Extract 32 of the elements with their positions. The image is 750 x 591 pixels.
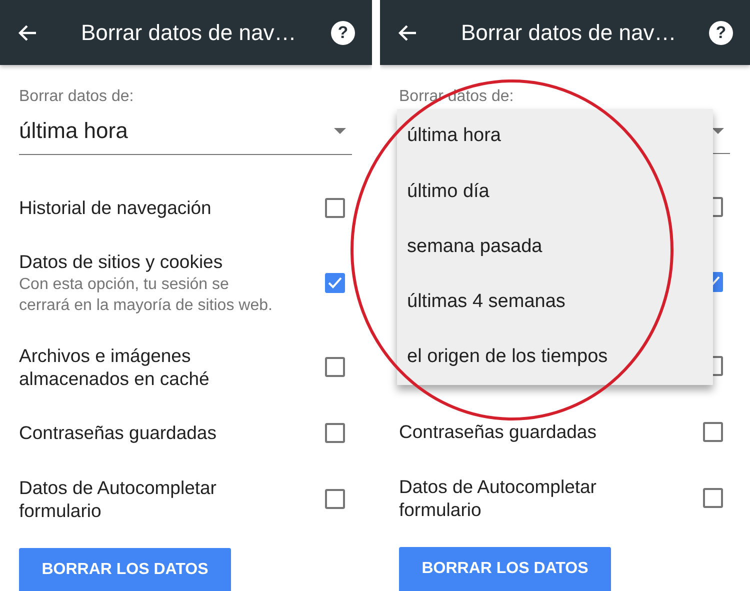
option-description: Con esta opción, tu sesión se cerrará en la mayoría de sitios web. bbox=[19, 274, 274, 316]
checkbox[interactable] bbox=[325, 423, 345, 443]
menu-item[interactable]: última hora bbox=[397, 109, 713, 164]
caret-icon bbox=[334, 128, 346, 134]
help-button[interactable]: ? bbox=[331, 20, 355, 44]
clear-data-button[interactable]: BORRAR LOS DATOS bbox=[399, 547, 611, 591]
menu-item[interactable]: semana pasada bbox=[397, 219, 713, 275]
option-label: Datos de sitios y cookies bbox=[19, 250, 224, 274]
screen-title: Borrar datos de nav… bbox=[81, 19, 298, 47]
back-icon[interactable] bbox=[17, 24, 37, 42]
menu-item[interactable]: últimas 4 semanas bbox=[397, 274, 713, 330]
menu-item[interactable]: el origen de los tiempos bbox=[397, 330, 713, 385]
option-label: Historial de navegación bbox=[19, 196, 212, 220]
checkbox[interactable] bbox=[325, 357, 345, 377]
checkbox[interactable] bbox=[703, 488, 723, 508]
field-label: Borrar datos de: bbox=[19, 87, 135, 107]
checkbox[interactable] bbox=[325, 489, 345, 509]
option-label: Datos de Autocompletar formulario bbox=[399, 474, 598, 522]
option-label: Datos de Autocompletar formulario bbox=[19, 476, 218, 522]
clear-data-button[interactable]: BORRAR LOS DATOS bbox=[19, 548, 231, 591]
caret-icon bbox=[712, 128, 724, 134]
checkbox[interactable] bbox=[325, 198, 345, 218]
dropdown-field[interactable]: última hora bbox=[19, 107, 352, 155]
screen-title: Borrar datos de nav… bbox=[461, 19, 678, 47]
menu-item[interactable]: último día bbox=[397, 164, 713, 220]
checkbox[interactable] bbox=[325, 273, 345, 293]
option-label: Contraseñas guardadas bbox=[399, 420, 596, 444]
option-label: Contraseñas guardadas bbox=[19, 421, 216, 445]
back-icon[interactable] bbox=[397, 24, 417, 42]
help-button[interactable]: ? bbox=[709, 20, 733, 44]
checkbox[interactable] bbox=[703, 422, 723, 442]
option-label: Archivos e imágenes almacenados en caché bbox=[19, 344, 210, 390]
